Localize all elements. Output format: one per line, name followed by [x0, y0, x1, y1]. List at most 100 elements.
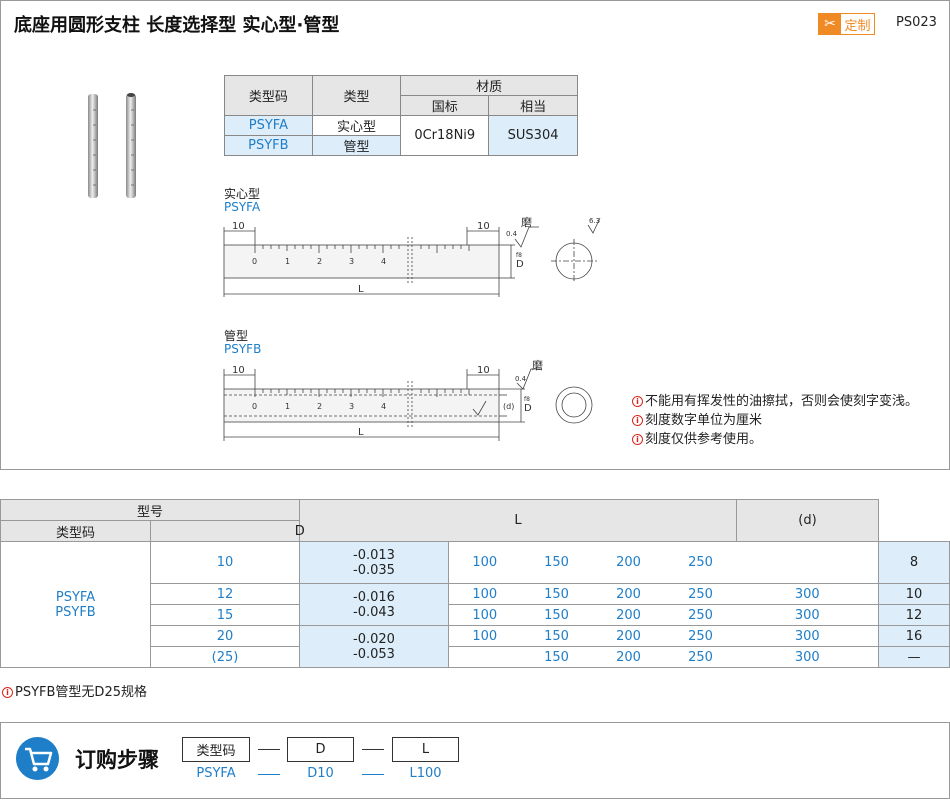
col-inner: (d)	[736, 499, 879, 542]
l-cell: 200	[592, 604, 665, 626]
solid-code: PSYFA	[224, 200, 261, 214]
l-cell	[448, 646, 521, 668]
l-cell: 100	[448, 541, 521, 584]
tol-lower: -0.053	[353, 646, 395, 662]
tube-d-tol: f8	[524, 396, 530, 403]
order-example-d: D10	[307, 766, 334, 781]
material-gb-cell: 0Cr18Ni9	[400, 115, 490, 156]
scale-3: 3	[349, 402, 354, 411]
tube-inner-label: (d)	[503, 402, 514, 411]
scale-4: 4	[381, 257, 386, 266]
type-code: PSYFB	[55, 604, 96, 620]
l-cell: 300	[736, 646, 879, 668]
scale-1: 1	[285, 402, 290, 411]
col-model: 型号	[0, 499, 300, 521]
l-cell: 250	[664, 604, 737, 626]
tol-upper: -0.016	[353, 589, 395, 605]
l-cell: 100	[448, 604, 521, 626]
col-equiv: 相当	[488, 95, 578, 116]
solid-tol-63: 6.3	[589, 217, 600, 225]
order-separator	[362, 749, 384, 750]
order-box-type-code: 类型码	[182, 737, 250, 762]
inner-cell: 8	[878, 541, 950, 584]
spec-table: 型号 L (d) 类型码 D PSYFA PSYFB 10 -0.013 -0.03…	[0, 499, 950, 668]
tol-lower: -0.043	[353, 604, 395, 620]
tools-icon: ✂	[819, 14, 841, 34]
tube-code: PSYFB	[224, 342, 262, 356]
inner-cell: —	[878, 646, 950, 668]
tube-grind: 磨	[532, 359, 543, 372]
footnote-text: PSYFB管型无D25规格	[15, 685, 147, 700]
solid-dim-left: 10	[232, 221, 245, 232]
tube-dim-left: 10	[232, 365, 245, 376]
solid-d-tol: f8	[516, 252, 522, 259]
col-d: D	[150, 520, 449, 542]
col-type-code: 类型码	[224, 75, 313, 116]
col-type-code: 类型码	[0, 520, 151, 542]
scale-2: 2	[317, 257, 322, 266]
material-equiv-cell: SUS304	[488, 115, 578, 156]
note-item: i 刻度数字单位为厘米	[632, 409, 762, 428]
order-box-d: D	[287, 737, 354, 762]
type-code-cell: PSYFB	[224, 135, 313, 156]
type-code-cell: PSYFA	[224, 115, 313, 136]
d-cell: 12	[150, 583, 300, 605]
l-cell: 200	[592, 541, 665, 584]
info-icon: i	[2, 687, 13, 698]
l-cell: 300	[736, 604, 879, 626]
inner-cell: 10	[878, 583, 950, 605]
tube-dim-right: 10	[477, 365, 490, 376]
l-cell: 100	[448, 583, 521, 605]
custom-badge-label: 定制	[844, 18, 871, 34]
l-cell: 300	[736, 625, 879, 647]
footnote: i PSYFB管型无D25规格	[2, 681, 147, 700]
scale-4: 4	[381, 402, 386, 411]
l-cell: 250	[664, 646, 737, 668]
tube-tol: 0.4	[515, 375, 527, 383]
type-cell: 管型	[311, 135, 402, 156]
tol-upper: -0.020	[353, 631, 395, 647]
col-gb: 国标	[400, 95, 490, 116]
note-item: i 不能用有挥发性的油擦拭，否则会使刻字变浅。	[632, 390, 918, 409]
tube-d-label: D	[524, 403, 532, 414]
tol-cell: -0.013 -0.035	[299, 541, 449, 584]
tol-upper: -0.013	[353, 547, 395, 563]
order-separator	[258, 749, 280, 750]
solid-d-label: D	[516, 259, 524, 270]
l-cell: 150	[520, 604, 593, 626]
note-text: 不能用有挥发性的油擦拭，否则会使刻字变浅。	[645, 394, 919, 409]
note-text: 刻度数字单位为厘米	[645, 413, 763, 428]
tol-lower: -0.035	[353, 562, 395, 578]
d-cell: 20	[150, 625, 300, 647]
l-cell: 250	[664, 583, 737, 605]
scale-1: 1	[285, 257, 290, 266]
scale-0: 0	[252, 257, 257, 266]
custom-badge[interactable]: ✂ 定制	[818, 13, 875, 35]
type-cell: 实心型	[311, 115, 402, 136]
material-table: 类型码 类型 材质 国标 相当 PSYFA 实心型 0Cr18Ni9 SUS30…	[224, 75, 578, 156]
order-example-separator	[258, 774, 280, 775]
info-icon: i	[632, 396, 643, 407]
l-cell: 150	[520, 625, 593, 647]
l-cell: 150	[520, 583, 593, 605]
l-cell: 200	[592, 646, 665, 668]
tube-length-label: L	[358, 427, 364, 438]
d-cell: 15	[150, 604, 300, 626]
info-icon: i	[632, 415, 643, 426]
d-cell: (25)	[150, 646, 300, 668]
solid-dim-right: 10	[477, 221, 490, 232]
order-box-l: L	[392, 737, 459, 762]
tol-cell: -0.020 -0.053	[299, 625, 449, 668]
product-photo	[88, 93, 136, 198]
l-cell: 150	[520, 541, 593, 584]
note-item: i 刻度仅供参考使用。	[632, 428, 762, 447]
d-cell: 10	[150, 541, 300, 584]
l-cell: 250	[664, 625, 737, 647]
solid-length-label: L	[358, 284, 364, 295]
inner-cell: 12	[878, 604, 950, 626]
cart-icon	[16, 737, 59, 780]
inner-cell: 16	[878, 625, 950, 647]
type-code: PSYFA	[55, 589, 96, 605]
tube-hole	[127, 93, 135, 97]
col-type: 类型	[311, 75, 402, 116]
